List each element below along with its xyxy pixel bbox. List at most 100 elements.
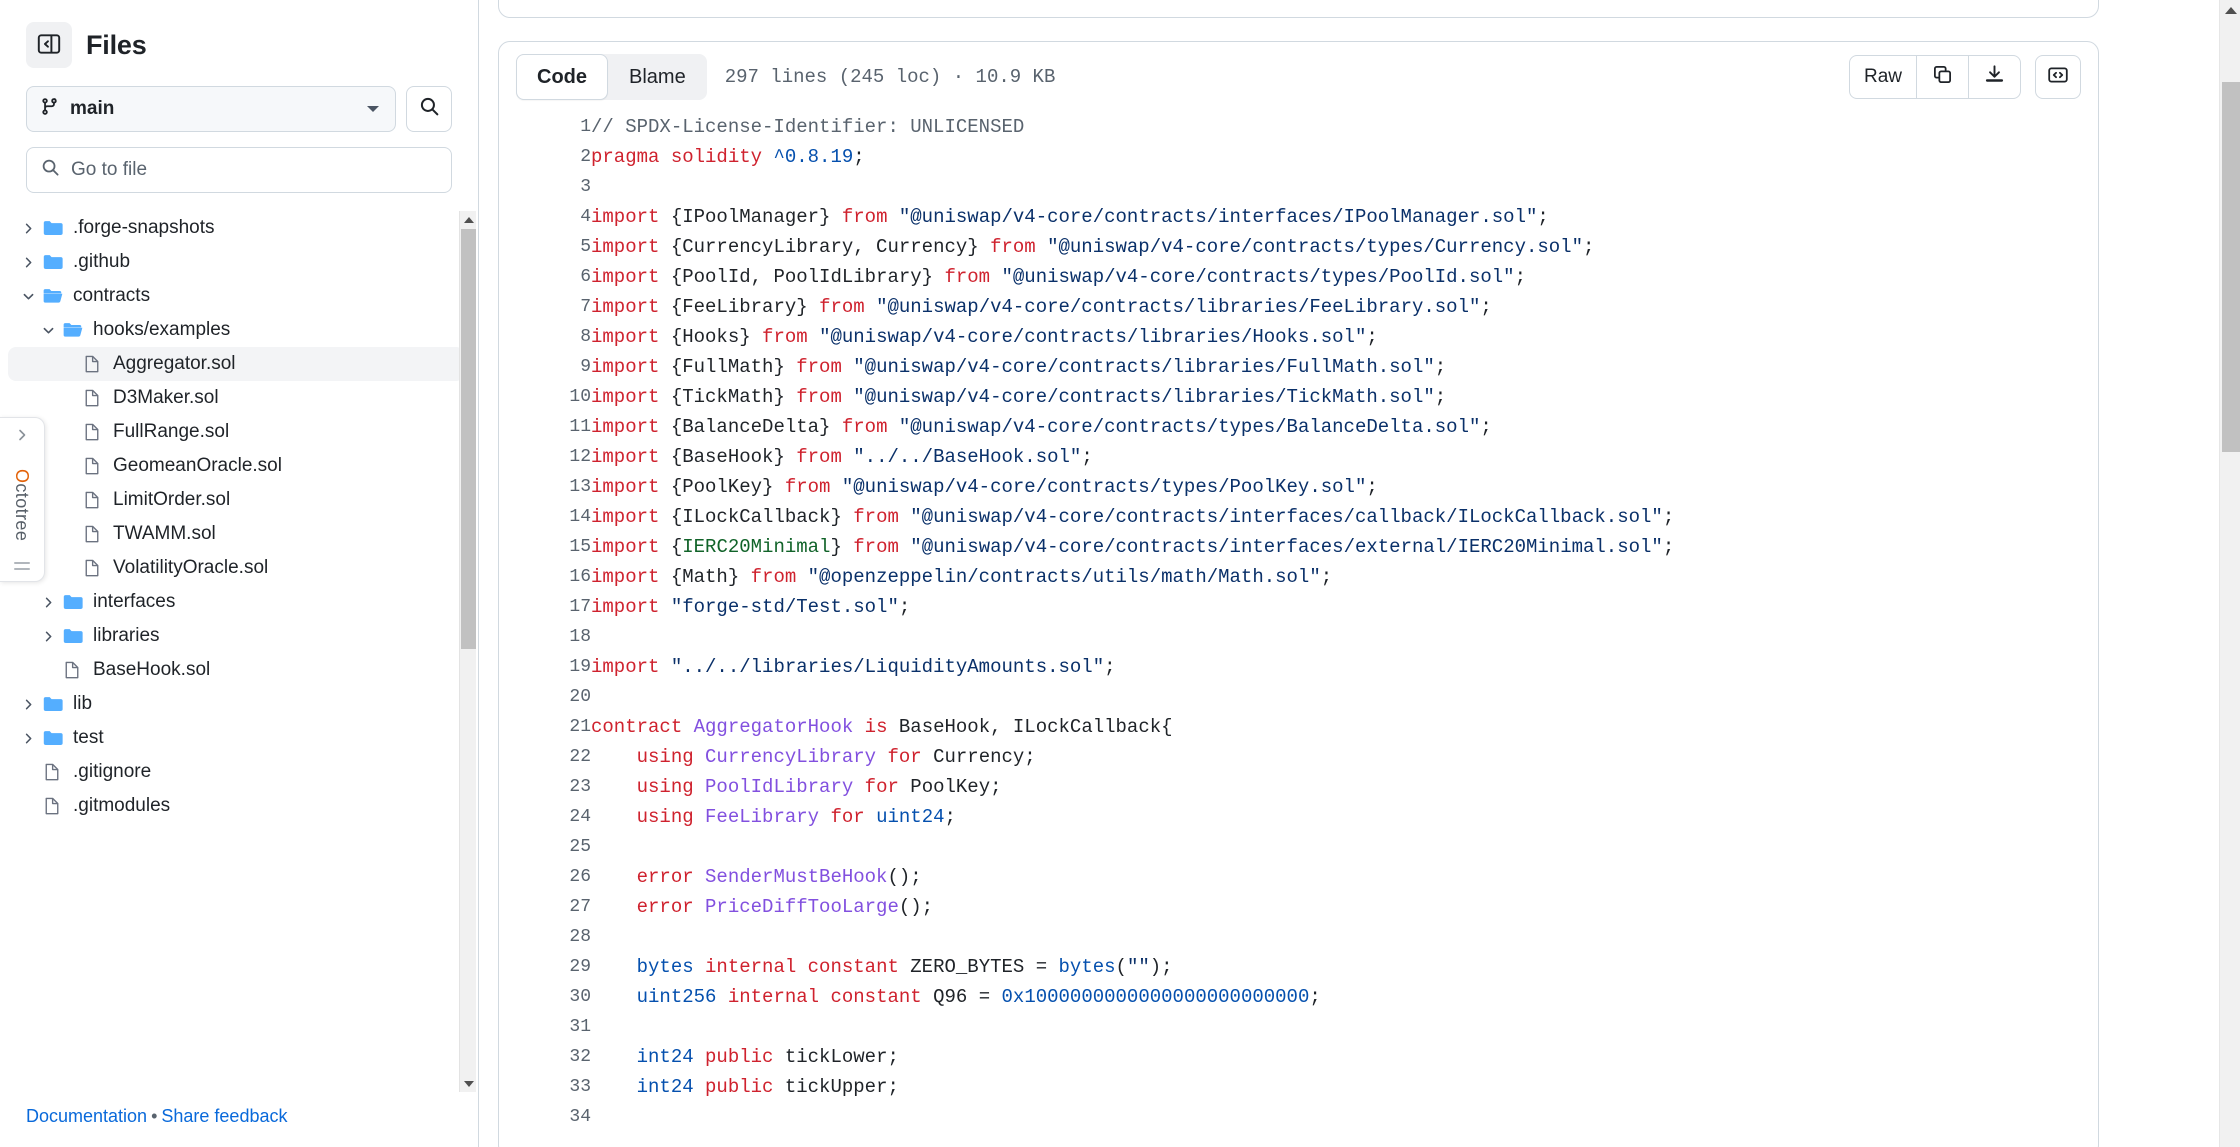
tree-item--github[interactable]: .github (8, 245, 464, 279)
line-content[interactable]: import {IERC20Minimal} from "@uniswap/v4… (591, 532, 2098, 562)
sidebar-collapse-button[interactable] (26, 22, 72, 68)
line-number[interactable]: 22 (499, 742, 591, 772)
line-number[interactable]: 1 (499, 112, 591, 142)
line-content[interactable] (591, 622, 2098, 652)
line-content[interactable]: int24 public tickLower; (591, 1042, 2098, 1072)
line-content[interactable]: import {PoolId, PoolIdLibrary} from "@un… (591, 262, 2098, 292)
line-number[interactable]: 21 (499, 712, 591, 742)
chevron-down-icon[interactable] (14, 289, 42, 304)
symbols-panel-button[interactable] (2035, 55, 2081, 99)
line-content[interactable]: import "../../libraries/LiquidityAmounts… (591, 652, 2098, 682)
sidebar-scrollbar-thumb[interactable] (461, 229, 476, 649)
line-number[interactable]: 16 (499, 562, 591, 592)
tree-item-hooks-examples[interactable]: hooks/examples (8, 313, 464, 347)
browser-scrollbar-thumb[interactable] (2222, 82, 2240, 452)
line-number[interactable]: 31 (499, 1012, 591, 1042)
line-number[interactable]: 8 (499, 322, 591, 352)
line-content[interactable]: using FeeLibrary for uint24; (591, 802, 2098, 832)
search-files-button[interactable] (406, 86, 452, 132)
chevron-right-icon[interactable] (14, 221, 42, 236)
chevron-right-icon[interactable] (14, 731, 42, 746)
tree-item-d3maker-sol[interactable]: D3Maker.sol (8, 381, 464, 415)
line-content[interactable]: using CurrencyLibrary for Currency; (591, 742, 2098, 772)
line-content[interactable]: import {PoolKey} from "@uniswap/v4-core/… (591, 472, 2098, 502)
line-content[interactable]: import {TickMath} from "@uniswap/v4-core… (591, 382, 2098, 412)
line-content[interactable]: using PoolIdLibrary for PoolKey; (591, 772, 2098, 802)
line-number[interactable]: 19 (499, 652, 591, 682)
line-number[interactable]: 3 (499, 172, 591, 202)
line-content[interactable] (591, 1102, 2098, 1132)
line-content[interactable]: import {BalanceDelta} from "@uniswap/v4-… (591, 412, 2098, 442)
browser-scroll-up-arrow[interactable] (2220, 0, 2240, 21)
tree-item-libraries[interactable]: libraries (8, 619, 464, 653)
download-button[interactable] (1968, 56, 2020, 98)
raw-button[interactable]: Raw (1850, 56, 1916, 98)
tree-item-geomeanoracle-sol[interactable]: GeomeanOracle.sol (8, 449, 464, 483)
tree-item-fullrange-sol[interactable]: FullRange.sol (8, 415, 464, 449)
tree-item-test[interactable]: test (8, 721, 464, 755)
go-to-file-field[interactable] (26, 147, 452, 193)
tab-code[interactable]: Code (516, 54, 608, 100)
line-content[interactable]: import {IPoolManager} from "@uniswap/v4-… (591, 202, 2098, 232)
line-number[interactable]: 2 (499, 142, 591, 172)
line-content[interactable]: import {Math} from "@openzeppelin/contra… (591, 562, 2098, 592)
line-content[interactable]: pragma solidity ^0.8.19; (591, 142, 2098, 172)
line-number[interactable]: 17 (499, 592, 591, 622)
line-number[interactable]: 20 (499, 682, 591, 712)
line-content[interactable]: bytes internal constant ZERO_BYTES = byt… (591, 952, 2098, 982)
line-content[interactable]: error SenderMustBeHook(); (591, 862, 2098, 892)
line-number[interactable]: 9 (499, 352, 591, 382)
browser-scrollbar[interactable] (2219, 0, 2240, 1147)
line-number[interactable]: 18 (499, 622, 591, 652)
line-number[interactable]: 12 (499, 442, 591, 472)
drag-handle-icon[interactable] (14, 562, 30, 570)
line-number[interactable]: 24 (499, 802, 591, 832)
line-content[interactable]: import {ILockCallback} from "@uniswap/v4… (591, 502, 2098, 532)
line-content[interactable]: import {BaseHook} from "../../BaseHook.s… (591, 442, 2098, 472)
line-content[interactable] (591, 832, 2098, 862)
line-number[interactable]: 6 (499, 262, 591, 292)
line-content[interactable]: contract AggregatorHook is BaseHook, ILo… (591, 712, 2098, 742)
line-content[interactable]: import {Hooks} from "@uniswap/v4-core/co… (591, 322, 2098, 352)
line-content[interactable]: import {FullMath} from "@uniswap/v4-core… (591, 352, 2098, 382)
chevron-right-icon[interactable] (14, 255, 42, 270)
tree-item--forge-snapshots[interactable]: .forge-snapshots (8, 211, 464, 245)
line-content[interactable] (591, 682, 2098, 712)
share-feedback-link[interactable]: Share feedback (161, 1106, 287, 1126)
tree-item-basehook-sol[interactable]: BaseHook.sol (8, 653, 464, 687)
line-number[interactable]: 25 (499, 832, 591, 862)
line-content[interactable] (591, 172, 2098, 202)
tree-item-interfaces[interactable]: interfaces (8, 585, 464, 619)
scroll-up-arrow[interactable] (460, 211, 477, 228)
line-number[interactable]: 28 (499, 922, 591, 952)
line-number[interactable]: 5 (499, 232, 591, 262)
tree-item--gitignore[interactable]: .gitignore (8, 755, 464, 789)
tree-item-contracts[interactable]: contracts (8, 279, 464, 313)
go-to-file-input[interactable] (71, 159, 437, 181)
branch-selector[interactable]: main (26, 86, 396, 132)
line-number[interactable]: 13 (499, 472, 591, 502)
line-number[interactable]: 10 (499, 382, 591, 412)
line-number[interactable]: 33 (499, 1072, 591, 1102)
chevron-right-icon[interactable] (34, 629, 62, 644)
tab-blame[interactable]: Blame (608, 54, 707, 100)
line-content[interactable]: import {FeeLibrary} from "@uniswap/v4-co… (591, 292, 2098, 322)
line-content[interactable]: uint256 internal constant Q96 = 0x100000… (591, 982, 2098, 1012)
tree-item-twamm-sol[interactable]: TWAMM.sol (8, 517, 464, 551)
tree-item-lib[interactable]: lib (8, 687, 464, 721)
tree-item-limitorder-sol[interactable]: LimitOrder.sol (8, 483, 464, 517)
line-number[interactable]: 4 (499, 202, 591, 232)
line-number[interactable]: 7 (499, 292, 591, 322)
sidebar-scrollbar[interactable] (459, 211, 476, 1092)
line-number[interactable]: 30 (499, 982, 591, 1012)
line-number[interactable]: 14 (499, 502, 591, 532)
scroll-down-arrow[interactable] (460, 1075, 477, 1092)
line-number[interactable]: 32 (499, 1042, 591, 1072)
octotree-tab[interactable]: Octotree (0, 417, 45, 582)
line-content[interactable]: import {CurrencyLibrary, Currency} from … (591, 232, 2098, 262)
tree-item-aggregator-sol[interactable]: Aggregator.sol (8, 347, 464, 381)
documentation-link[interactable]: Documentation (26, 1106, 147, 1126)
chevron-right-icon[interactable] (34, 595, 62, 610)
line-content[interactable]: error PriceDiffTooLarge(); (591, 892, 2098, 922)
line-number[interactable]: 11 (499, 412, 591, 442)
